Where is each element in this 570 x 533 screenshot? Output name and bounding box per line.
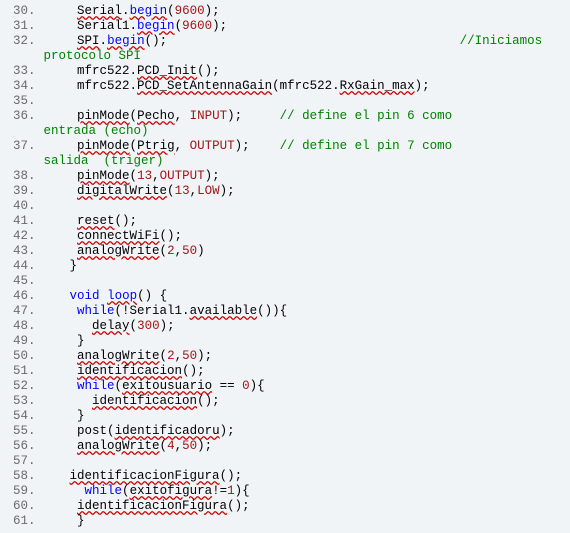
code-content[interactable]: reset(); bbox=[36, 214, 138, 229]
code-content[interactable]: pinMode(Ptrig, OUTPUT); // define el pin… bbox=[36, 139, 453, 154]
line-number: 30 bbox=[0, 4, 28, 19]
code-line[interactable]: 57. bbox=[0, 454, 570, 469]
line-number: 56 bbox=[0, 439, 28, 454]
code-content[interactable]: analogWrite(4,50); bbox=[36, 439, 213, 454]
line-number: 52 bbox=[0, 379, 28, 394]
code-line[interactable]: 43. analogWrite(2,50) bbox=[0, 244, 570, 259]
line-number: 48 bbox=[0, 319, 28, 334]
line-number: 31 bbox=[0, 19, 28, 34]
code-content[interactable]: while(exitousuario == 0){ bbox=[36, 379, 265, 394]
line-number: 43 bbox=[0, 244, 28, 259]
line-number: 47 bbox=[0, 304, 28, 319]
line-number: 50 bbox=[0, 349, 28, 364]
line-number: 59 bbox=[0, 484, 28, 499]
code-line[interactable]: 31. Serial1.begin(9600); bbox=[0, 19, 570, 34]
code-line[interactable]: 41. reset(); bbox=[0, 214, 570, 229]
line-number: 61 bbox=[0, 514, 28, 529]
code-content[interactable]: void loop() { bbox=[36, 289, 168, 304]
code-content[interactable]: while(!Serial1.available()){ bbox=[36, 304, 288, 319]
code-line[interactable]: 37. pinMode(Ptrig, OUTPUT); // define el… bbox=[0, 139, 570, 154]
code-content[interactable]: pinMode(Pecho, INPUT); // define el pin … bbox=[36, 109, 453, 124]
code-content[interactable]: Serial.begin(9600); bbox=[36, 4, 220, 19]
code-line[interactable]: 32. SPI.begin(); //Iniciamos bbox=[0, 34, 570, 49]
line-number: 44 bbox=[0, 259, 28, 274]
code-content[interactable]: mfrc522.PCD_Init(); bbox=[36, 64, 220, 79]
code-line[interactable]: 50. analogWrite(2,50); bbox=[0, 349, 570, 364]
code-line[interactable]: 53. identificacion(); bbox=[0, 394, 570, 409]
code-content[interactable]: } bbox=[36, 334, 85, 349]
code-content[interactable]: } bbox=[36, 259, 78, 274]
code-content[interactable]: SPI.begin(); //Iniciamos bbox=[36, 34, 543, 49]
code-line[interactable]: 46. void loop() { bbox=[0, 289, 570, 304]
line-number: 37 bbox=[0, 139, 28, 154]
line-number: 35 bbox=[0, 94, 28, 109]
code-line-wrap: entrada (echo) bbox=[0, 124, 570, 139]
line-number: 46 bbox=[0, 289, 28, 304]
code-content[interactable]: mfrc522.PCD_SetAntennaGain(mfrc522.RxGai… bbox=[36, 79, 430, 94]
code-line[interactable]: 40. bbox=[0, 199, 570, 214]
line-number: 51 bbox=[0, 364, 28, 379]
code-line[interactable]: 60. identificacionFigura(); bbox=[0, 499, 570, 514]
line-number: 60 bbox=[0, 499, 28, 514]
code-line[interactable]: 58. identificacionFigura(); bbox=[0, 469, 570, 484]
code-line[interactable]: 52. while(exitousuario == 0){ bbox=[0, 379, 570, 394]
line-number: 41 bbox=[0, 214, 28, 229]
line-number: 39 bbox=[0, 184, 28, 199]
code-line[interactable]: 61. } bbox=[0, 514, 570, 529]
code-line-wrap: salida (triger) bbox=[0, 154, 570, 169]
code-content[interactable]: digitalWrite(13,LOW); bbox=[36, 184, 235, 199]
code-line[interactable]: 34. mfrc522.PCD_SetAntennaGain(mfrc522.R… bbox=[0, 79, 570, 94]
code-line[interactable]: 42. connectWiFi(); bbox=[0, 229, 570, 244]
code-line[interactable]: 30. Serial.begin(9600); bbox=[0, 4, 570, 19]
code-line-wrap: protocolo SPI bbox=[0, 49, 570, 64]
code-line[interactable]: 49. } bbox=[0, 334, 570, 349]
code-line[interactable]: 59. while(exitofigura!=1){ bbox=[0, 484, 570, 499]
code-content[interactable]: connectWiFi(); bbox=[36, 229, 183, 244]
code-line[interactable]: 36. pinMode(Pecho, INPUT); // define el … bbox=[0, 109, 570, 124]
code-content[interactable]: pinMode(13,OUTPUT); bbox=[36, 169, 220, 184]
code-line[interactable]: 56. analogWrite(4,50); bbox=[0, 439, 570, 454]
line-number: 54 bbox=[0, 409, 28, 424]
code-line[interactable]: 38. pinMode(13,OUTPUT); bbox=[0, 169, 570, 184]
code-line[interactable]: 48. delay(300); bbox=[0, 319, 570, 334]
code-content[interactable]: } bbox=[36, 514, 85, 529]
code-content[interactable]: identificacion(); bbox=[36, 394, 220, 409]
line-number: 36 bbox=[0, 109, 28, 124]
line-number: 33 bbox=[0, 64, 28, 79]
code-content[interactable]: identificacionFigura(); bbox=[36, 499, 250, 514]
line-number: 34 bbox=[0, 79, 28, 94]
code-content[interactable]: Serial1.begin(9600); bbox=[36, 19, 228, 34]
code-line[interactable]: 55. post(identificadoru); bbox=[0, 424, 570, 439]
line-number: 55 bbox=[0, 424, 28, 439]
line-number: 32 bbox=[0, 34, 28, 49]
code-line[interactable]: 35. bbox=[0, 94, 570, 109]
code-editor[interactable]: 30. Serial.begin(9600);31. Serial1.begin… bbox=[0, 4, 570, 529]
code-content[interactable]: } bbox=[36, 409, 85, 424]
line-number: 40 bbox=[0, 199, 28, 214]
code-content[interactable]: identificacionFigura(); bbox=[36, 469, 243, 484]
code-line[interactable]: 33. mfrc522.PCD_Init(); bbox=[0, 64, 570, 79]
line-number: 45 bbox=[0, 274, 28, 289]
code-line[interactable]: 39. digitalWrite(13,LOW); bbox=[0, 184, 570, 199]
code-line[interactable]: 51. identificacion(); bbox=[0, 364, 570, 379]
code-line[interactable]: 47. while(!Serial1.available()){ bbox=[0, 304, 570, 319]
code-line[interactable]: 45. bbox=[0, 274, 570, 289]
code-content[interactable]: analogWrite(2,50) bbox=[36, 244, 205, 259]
line-number: 57 bbox=[0, 454, 28, 469]
line-number: 38 bbox=[0, 169, 28, 184]
line-number: 58 bbox=[0, 469, 28, 484]
code-content[interactable]: analogWrite(2,50); bbox=[36, 349, 213, 364]
code-content[interactable]: while(exitofigura!=1){ bbox=[36, 484, 250, 499]
code-content[interactable]: delay(300); bbox=[36, 319, 175, 334]
line-number: 53 bbox=[0, 394, 28, 409]
code-content[interactable]: post(identificadoru); bbox=[36, 424, 235, 439]
code-line[interactable]: 44. } bbox=[0, 259, 570, 274]
line-number: 49 bbox=[0, 334, 28, 349]
code-content[interactable]: identificacion(); bbox=[36, 364, 205, 379]
code-line[interactable]: 54. } bbox=[0, 409, 570, 424]
line-number: 42 bbox=[0, 229, 28, 244]
